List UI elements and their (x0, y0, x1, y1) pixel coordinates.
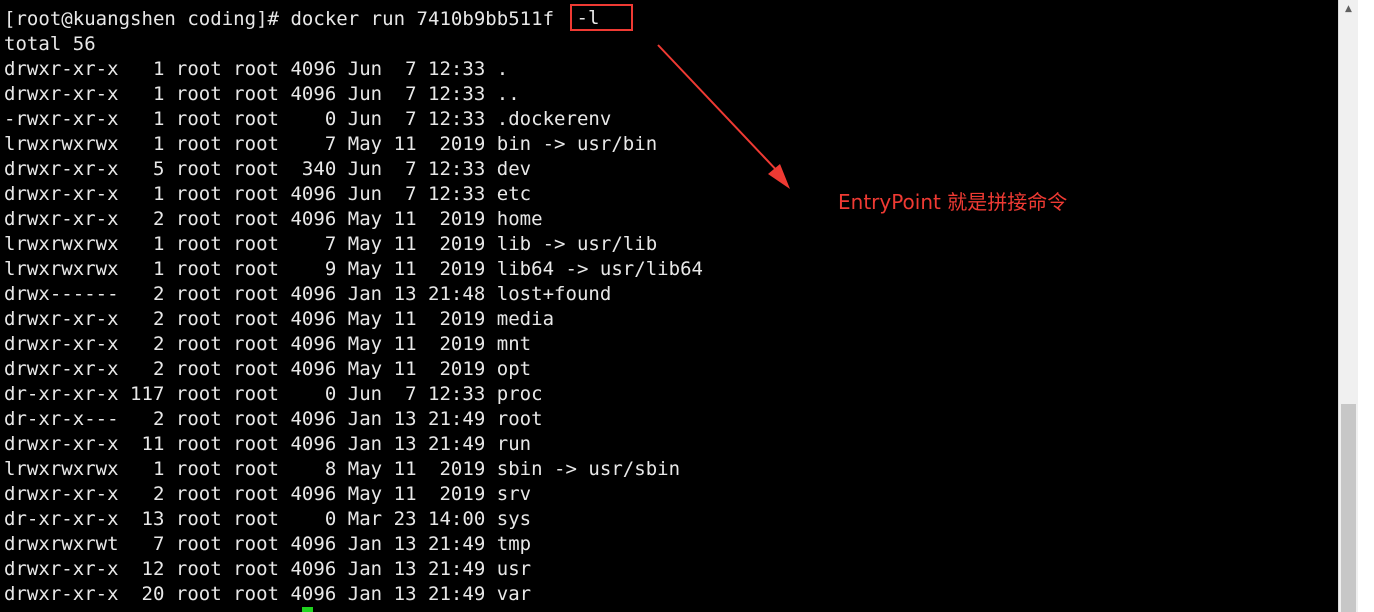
terminal-window[interactable]: [root@kuangshen coding]# docker run 7410… (0, 0, 1338, 612)
scroll-up-arrow-icon[interactable]: ▲ (1339, 0, 1358, 18)
output-line: dr-xr-x--- 2 root root 4096 Jan 13 21:49… (4, 408, 543, 430)
output-line: drwx------ 2 root root 4096 Jan 13 21:48… (4, 283, 612, 305)
output-line: drwxr-xr-x 2 root root 4096 May 11 2019 … (4, 483, 532, 505)
output-line: drwxr-xr-x 1 root root 4096 Jun 7 12:33 … (4, 183, 532, 205)
output-line: lrwxrwxrwx 1 root root 9 May 11 2019 lib… (4, 258, 703, 280)
output-line: total 56 (4, 33, 96, 55)
output-line: drwxr-xr-x 2 root root 4096 May 11 2019 … (4, 333, 532, 355)
output-line: drwxr-xr-x 2 root root 4096 May 11 2019 … (4, 358, 532, 380)
output-line: drwxrwxrwt 7 root root 4096 Jan 13 21:49… (4, 533, 532, 555)
window-edge (1358, 0, 1374, 612)
annotation-label: EntryPoint 就是拼接命令 (838, 190, 1068, 214)
output-lines: total 56 drwxr-xr-x 1 root root 4096 Jun … (4, 32, 703, 607)
output-line: lrwxrwxrwx 1 root root 8 May 11 2019 sbi… (4, 458, 681, 480)
output-line: drwxr-xr-x 11 root root 4096 Jan 13 21:4… (4, 433, 532, 455)
output-line: dr-xr-xr-x 117 root root 0 Jun 7 12:33 p… (4, 383, 543, 405)
output-line: lrwxrwxrwx 1 root root 7 May 11 2019 lib… (4, 233, 658, 255)
output-line: drwxr-xr-x 2 root root 4096 May 11 2019 … (4, 208, 543, 230)
vertical-scrollbar[interactable]: ▲ (1338, 0, 1358, 612)
output-line: drwxr-xr-x 1 root root 4096 Jun 7 12:33 … (4, 83, 520, 105)
command-prompt: [root@kuangshen coding]# docker run 7410… (4, 8, 566, 30)
output-line: drwxr-xr-x 12 root root 4096 Jan 13 21:4… (4, 558, 532, 580)
output-line: dr-xr-xr-x 13 root root 0 Mar 23 14:00 s… (4, 508, 532, 530)
scrollbar-thumb[interactable] (1341, 404, 1356, 612)
terminal-cursor (302, 607, 313, 612)
output-line: drwxr-xr-x 1 root root 4096 Jun 7 12:33 … (4, 58, 509, 80)
output-line: lrwxrwxrwx 1 root root 7 May 11 2019 bin… (4, 133, 658, 155)
output-line: -rwxr-xr-x 1 root root 0 Jun 7 12:33 .do… (4, 108, 612, 130)
highlighted-argument: -l (569, 4, 634, 31)
output-line: drwxr-xr-x 5 root root 340 Jun 7 12:33 d… (4, 158, 532, 180)
command-line: [root@kuangshen coding]# docker run 7410… (4, 4, 703, 32)
terminal-output: [root@kuangshen coding]# docker run 7410… (4, 4, 703, 607)
output-line: drwxr-xr-x 2 root root 4096 May 11 2019 … (4, 308, 555, 330)
output-line: drwxr-xr-x 20 root root 4096 Jan 13 21:4… (4, 583, 532, 605)
